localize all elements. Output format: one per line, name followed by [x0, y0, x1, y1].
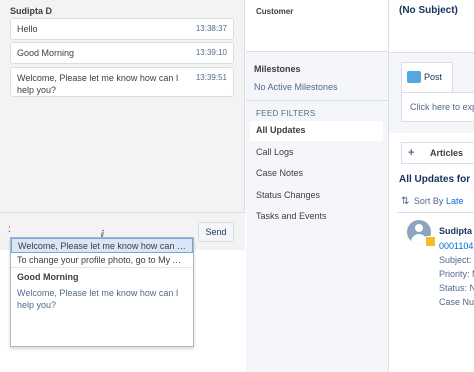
post-tab-label: Post	[424, 72, 443, 82]
quick-text-preview-title: Good Morning	[17, 272, 79, 282]
case-badge-icon	[425, 236, 436, 247]
chat-bubble-icon	[407, 71, 421, 83]
case-feed: (No Subject) Post Click here to exp + Ar…	[388, 0, 474, 372]
case-subject: (No Subject)	[399, 5, 458, 16]
plus-icon: +	[408, 147, 415, 159]
chat-message-time: 13:39:10	[195, 48, 227, 57]
quick-text-preview: Good Morning Welcome, Please let me know…	[11, 268, 193, 346]
sort-control[interactable]: ⇅ Sort By Late	[401, 196, 463, 207]
quick-text-option[interactable]: Welcome, Please let me know how can I h.…	[11, 238, 193, 253]
divider	[246, 100, 388, 101]
chat-message: Welcome, Please let me know how can I he…	[10, 67, 234, 97]
chat-message: Hello 13:38:37	[10, 18, 234, 40]
send-button[interactable]: Send	[198, 222, 234, 242]
sort-value[interactable]: Late	[446, 196, 464, 206]
quick-text-preview-body: Welcome, Please let me know how can I he…	[17, 288, 179, 310]
filter-call-logs[interactable]: Call Logs	[250, 143, 383, 163]
case-status-field: Status: N	[439, 283, 474, 293]
case-priority-field: Priority: M	[439, 269, 474, 279]
sort-label: Sort By	[413, 196, 444, 206]
case-number-field: Case Nu	[439, 297, 474, 307]
filter-case-notes[interactable]: Case Notes	[250, 164, 383, 184]
milestones-title: Milestones	[254, 64, 301, 74]
post-placeholder: Click here to exp	[410, 102, 474, 112]
chat-pane: Sudipta D Hello 13:38:37 Good Morning 13…	[0, 0, 245, 372]
case-number-link[interactable]: 0001104	[439, 241, 473, 251]
milestones-empty: No Active Milestones	[254, 82, 338, 92]
filter-tasks-and-events[interactable]: Tasks and Events	[250, 207, 383, 227]
customer-panel: Customer	[246, 0, 388, 52]
feed-filters-label: FEED FILTERS	[256, 109, 316, 118]
filter-status-changes[interactable]: Status Changes	[250, 186, 383, 206]
divider	[397, 212, 474, 213]
sort-icon: ⇅	[401, 196, 410, 207]
quick-text-dropdown: Welcome, Please let me know how can I h.…	[10, 237, 194, 347]
customer-label: Customer	[256, 7, 294, 16]
post-tab[interactable]: Post	[401, 62, 453, 92]
case-subject-field: Subject:	[439, 255, 472, 265]
filter-all-updates[interactable]: All Updates	[250, 121, 383, 141]
case-sidebar: Customer Milestones No Active Milestones…	[246, 0, 388, 372]
quick-text-option[interactable]: To change your profile photo, go to My A…	[11, 253, 193, 268]
articles-button[interactable]: + Articles	[401, 142, 474, 164]
chat-agent-name: Sudipta D	[10, 6, 52, 16]
chat-input[interactable]: :	[8, 224, 11, 235]
articles-label: Articles	[430, 148, 464, 158]
post-input[interactable]: Click here to exp	[401, 92, 474, 122]
chat-message-time: 13:38:37	[195, 24, 227, 33]
feed-author[interactable]: Sudipta I	[439, 226, 474, 236]
chat-message-time: 13:39:51	[195, 73, 227, 82]
chat-message: Good Morning 13:39:10	[10, 42, 234, 64]
updates-title: All Updates for	[399, 174, 471, 185]
